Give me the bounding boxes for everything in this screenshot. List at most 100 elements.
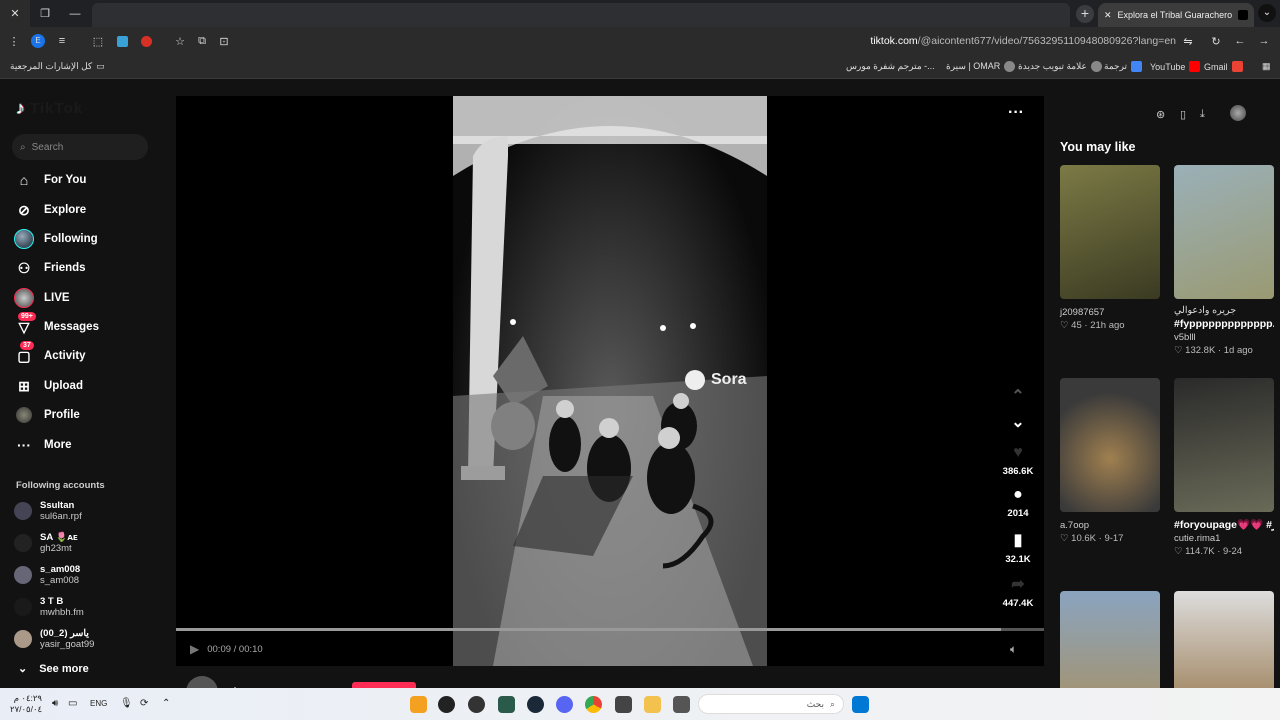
recommended-video-card[interactable] xyxy=(1060,591,1160,688)
recommended-video-card[interactable]: جريره وادعوالي #fyppppppppppppp... v5bll… xyxy=(1174,165,1274,356)
back-icon[interactable]: ← xyxy=(1232,33,1248,49)
like-button[interactable]: ♥ 386.6K xyxy=(998,444,1038,477)
nav-upload[interactable]: ⊞ Upload xyxy=(14,376,83,396)
app-steam-icon[interactable] xyxy=(527,696,544,713)
card-likes: 45 xyxy=(1071,320,1082,331)
nav-live[interactable]: LIVE xyxy=(14,288,70,308)
new-tab-button[interactable]: + xyxy=(1076,5,1094,23)
video-time: 00:09 / 00:10 xyxy=(207,643,263,655)
extensions-icon[interactable]: ⬚ xyxy=(90,33,106,49)
translate-icon[interactable]: ⧉ xyxy=(194,33,210,49)
bookmark-all[interactable]: كل الإشارات المرجعية ▭ xyxy=(10,61,105,72)
tab-active[interactable]: ✕ Explora el Tribal Guarachero: R xyxy=(1098,3,1254,27)
taskbar-search-input[interactable]: بحث ⌕ xyxy=(698,694,844,714)
window-close-button[interactable]: ✕ xyxy=(0,0,30,27)
extension-b-icon[interactable] xyxy=(138,33,154,49)
nav-label: Following xyxy=(44,233,98,245)
nav-following[interactable]: Following xyxy=(14,229,98,249)
following-account[interactable]: s_am008 s_am008 xyxy=(14,564,80,586)
app-explorer-icon[interactable] xyxy=(644,696,661,713)
search-input[interactable]: ⌕ Search xyxy=(12,134,148,160)
app-terminal-icon[interactable] xyxy=(498,696,515,713)
tab-close-icon[interactable]: ✕ xyxy=(1104,10,1112,21)
app-discord-icon[interactable] xyxy=(556,696,573,713)
bookmark-translate[interactable]: ترجمة xyxy=(1104,61,1143,72)
nav-label: Friends xyxy=(44,262,86,274)
tab-title: Explora el Tribal Guarachero: R xyxy=(1117,10,1233,20)
following-account[interactable]: 3 T Bmwhbh.fm xyxy=(14,596,84,618)
recommended-video-card[interactable]: #foryoupage💗💗 #اكسبلور cutie.rima1 ♡ 114… xyxy=(1174,378,1274,557)
volume-icon[interactable]: 🔈︎ xyxy=(1010,642,1017,657)
app-chrome-icon[interactable] xyxy=(585,696,602,713)
browser-toolbar: ⋮ E ≡ ⬚ ☆ ⧉ ⊡ tiktok.com/@aicontent677/v… xyxy=(0,27,1280,55)
coin-icon[interactable]: ⊛ xyxy=(1156,108,1165,121)
bookmark-morse[interactable]: مترجم شفرة مورس -... xyxy=(846,61,935,72)
apps-grid-icon[interactable]: ▦ xyxy=(1262,61,1271,72)
account-name: SA 🌷ᴀᴇ xyxy=(40,532,78,543)
user-avatar[interactable] xyxy=(1230,105,1246,121)
following-account[interactable]: SA 🌷ᴀᴇ gh23mt xyxy=(14,532,78,554)
language-indicator[interactable]: ENG xyxy=(90,699,107,708)
nav-more[interactable]: ··· More xyxy=(14,435,71,455)
nav-explore[interactable]: ⊘ Explore xyxy=(14,200,86,220)
comment-button[interactable]: ● 2014 xyxy=(998,486,1038,519)
network-icon[interactable]: ▭ xyxy=(68,698,77,709)
bookmark-gmail[interactable]: Gmail xyxy=(1204,61,1243,72)
windows-start-icon[interactable] xyxy=(852,696,869,713)
app-obs-icon[interactable] xyxy=(438,696,455,713)
play-icon[interactable]: ▶ xyxy=(190,642,199,656)
tray-chevron-icon[interactable]: ⌃ xyxy=(162,698,170,709)
bookmark-label: YouTube xyxy=(1150,61,1186,72)
bookmark-youtube[interactable]: YouTube xyxy=(1150,61,1201,72)
kebab-menu-icon[interactable]: ⋮ xyxy=(6,33,22,49)
video-player[interactable]: Sora ··· ⌃ ⌄ ♥ 386.6K ● 2014 ▮ 32.1K ➦ 447.4… xyxy=(176,96,1044,666)
recommended-video-card[interactable]: a.7oop ♡ 10.6K · 9-17 xyxy=(1060,378,1160,544)
see-more-button[interactable]: ⌄ See more xyxy=(18,662,89,676)
reading-list-icon[interactable]: ≡ xyxy=(54,33,70,49)
extension-a-icon[interactable] xyxy=(114,33,130,49)
more-options-icon[interactable]: ··· xyxy=(1008,104,1024,122)
forward-icon[interactable]: → xyxy=(1256,33,1272,49)
app-vlc-icon[interactable] xyxy=(410,696,427,713)
install-app-icon[interactable]: ⊡ xyxy=(216,33,232,49)
video-frame[interactable]: Sora xyxy=(453,96,767,666)
nav-activity[interactable]: ▢ 37 Activity xyxy=(14,341,86,366)
next-video-button[interactable]: ⌄ xyxy=(998,412,1038,436)
following-account[interactable]: ياسر (2_00) yasir_goat99 xyxy=(14,628,94,650)
window-minimize-button[interactable]: — xyxy=(60,0,90,27)
save-button[interactable]: ▮ 32.1K xyxy=(998,530,1038,565)
nav-profile[interactable]: Profile xyxy=(14,405,80,425)
sync-icon[interactable]: ⟳ xyxy=(140,698,148,709)
speaker-icon[interactable]: 🔊︎ xyxy=(52,698,58,709)
bookmark-star-icon[interactable]: ☆ xyxy=(172,33,188,49)
card-meta: ♡ 45 · 21h ago xyxy=(1060,320,1125,331)
tiktok-logo[interactable]: ♪ TikTok xyxy=(16,98,83,119)
recommended-video-card[interactable]: j20987657 ♡ 45 · 21h ago xyxy=(1060,165,1160,331)
nav-messages[interactable]: ▽ 99+ Messages xyxy=(14,312,99,337)
friends-icon: ⚇ xyxy=(17,259,31,276)
previous-video-button[interactable]: ⌃ xyxy=(998,386,1038,410)
bookmark-omar[interactable]: سيرة | OMAR xyxy=(946,61,1016,72)
microphone-icon[interactable]: 🎙︎ xyxy=(120,698,133,709)
window-maximize-button[interactable]: ❐ xyxy=(30,0,60,27)
heart-outline-icon: ♡ xyxy=(1060,320,1069,331)
profile-icon[interactable]: E xyxy=(30,33,46,49)
following-account[interactable]: Ssultan sul6an.rpf xyxy=(14,500,82,522)
share-button[interactable]: ➦ 447.4K xyxy=(998,574,1038,609)
bookmark-newtab[interactable]: علامة تبويب جديدة xyxy=(1018,61,1102,72)
device-icon[interactable]: ▯ xyxy=(1180,108,1186,121)
tab-search-menu-button[interactable]: ⌄ xyxy=(1258,4,1276,22)
reload-icon[interactable]: ↻ xyxy=(1208,33,1224,49)
app-box-icon[interactable] xyxy=(615,696,632,713)
taskbar-clock[interactable]: ٠٤:٢٩ م ٢٧/٠٥/٠٤ xyxy=(10,693,42,715)
recommended-video-card[interactable] xyxy=(1174,591,1274,688)
progress-bar[interactable] xyxy=(176,628,1044,631)
download-icon[interactable]: ⤓ xyxy=(1200,108,1205,121)
nav-friends[interactable]: ⚇ Friends xyxy=(14,258,86,278)
nav-for-you[interactable]: ⌂ For You xyxy=(14,170,87,190)
app-unity-icon[interactable] xyxy=(468,696,485,713)
account-name: 3 T B xyxy=(40,596,64,607)
app-window-icon[interactable] xyxy=(673,696,690,713)
site-settings-icon[interactable]: ⇋ xyxy=(1180,33,1196,49)
address-bar[interactable]: tiktok.com/@aicontent677/video/756329511… xyxy=(760,35,1176,47)
